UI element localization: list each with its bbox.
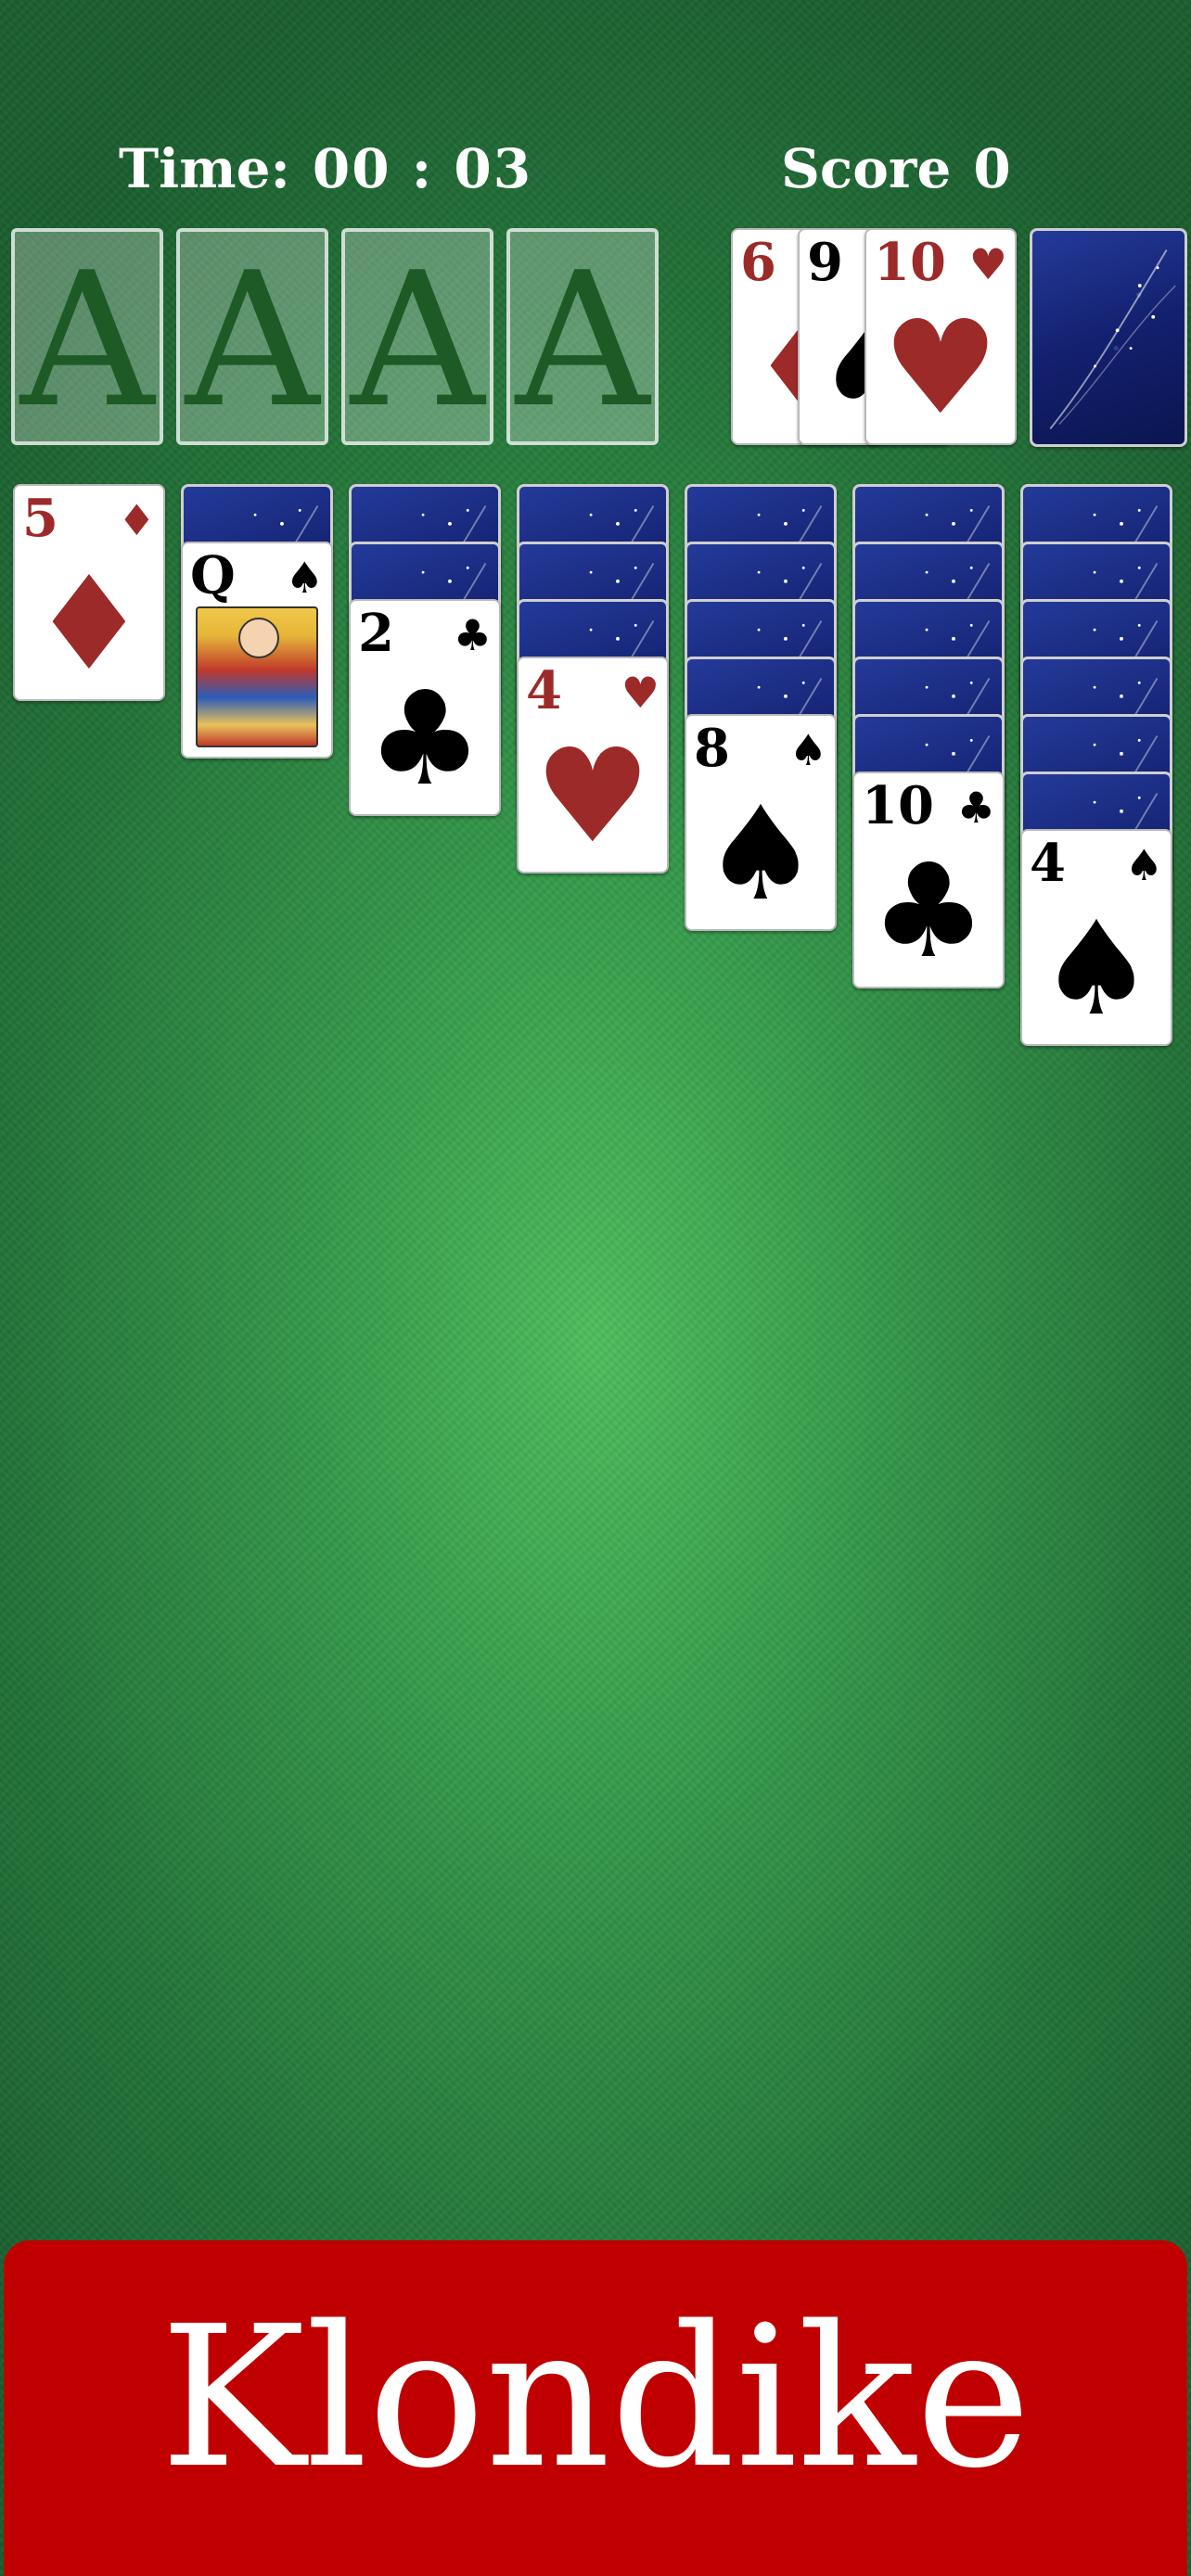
card-center-suit-icon: ♥: [534, 721, 651, 873]
card-rank: Q: [190, 545, 236, 606]
card-rank: 9: [807, 232, 843, 293]
card-rank: 8: [694, 718, 730, 779]
card-rank: 2: [358, 603, 394, 664]
foundation-placeholder: A: [19, 233, 155, 445]
tableau-card[interactable]: 2 ♣ ♣: [349, 599, 501, 816]
queen-face-icon: [196, 606, 318, 747]
card-suit-icon: ♣: [956, 783, 995, 833]
game-title: Klondike: [160, 2284, 1031, 2511]
game-title-banner: Klondike: [4, 2240, 1187, 2576]
timer: Time: 00 : 03: [119, 137, 532, 200]
tableau-card[interactable]: 4 ♠ ♠: [1020, 829, 1172, 1046]
foundation-placeholder: A: [515, 233, 650, 445]
foundation-1[interactable]: A: [11, 228, 163, 445]
card-suit-icon: ♣: [453, 610, 492, 660]
foundation-placeholder: A: [350, 233, 485, 445]
time-value: 00 : 03: [312, 137, 533, 200]
card-rank: 4: [1030, 833, 1066, 894]
card-suit-icon: ♥: [968, 239, 1007, 289]
card-center-suit-icon: ♣: [366, 664, 483, 815]
card-center-suit-icon: ♥: [882, 293, 999, 444]
card-rank: 5: [22, 488, 58, 549]
card-suit-icon: ♠: [788, 725, 827, 775]
card-suit-icon: ♥: [621, 668, 660, 718]
tableau-card[interactable]: 10 ♣ ♣: [852, 772, 1005, 988]
score: Score 0: [781, 137, 1013, 200]
card-suit-icon: ♠: [1124, 840, 1163, 890]
card-center-suit-icon: ♣: [870, 836, 987, 988]
foundation-2[interactable]: A: [176, 228, 328, 445]
waste-card[interactable]: 10 ♥ ♥: [864, 228, 1017, 445]
foundation-placeholder: A: [185, 233, 320, 445]
score-value: 0: [973, 137, 1013, 200]
foundation-4[interactable]: A: [506, 228, 659, 445]
card-rank: 10: [862, 775, 934, 836]
card-back-pattern-icon: [1049, 249, 1176, 430]
foundation-3[interactable]: A: [341, 228, 493, 445]
card-rank: 10: [874, 232, 946, 293]
stock-pile[interactable]: [1030, 228, 1187, 447]
card-center-suit-icon: ♠: [702, 779, 819, 930]
card-rank: 6: [740, 232, 776, 293]
score-label: Score: [781, 137, 952, 200]
tableau-card[interactable]: 8 ♠ ♠: [685, 714, 837, 931]
tableau-card[interactable]: Q ♠: [181, 542, 333, 759]
tableau-card[interactable]: 5 ♦ ♦: [13, 484, 165, 701]
card-suit-icon: ♦: [117, 495, 156, 545]
card-rank: 4: [526, 660, 562, 721]
card-suit-icon: ♠: [285, 553, 324, 603]
card-center-suit-icon: ♠: [1038, 894, 1155, 1045]
time-label: Time:: [119, 137, 290, 200]
card-center-suit-icon: ♦: [31, 549, 147, 700]
tableau-card[interactable]: 4 ♥ ♥: [517, 657, 669, 874]
